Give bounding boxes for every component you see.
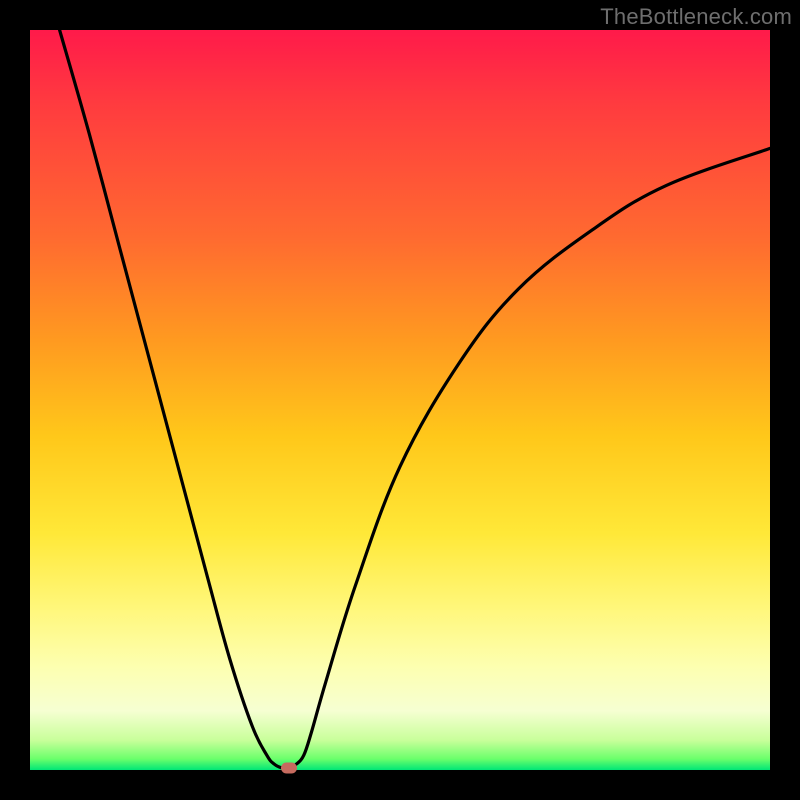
optimal-point-marker (281, 762, 297, 773)
plot-area (30, 30, 770, 770)
bottleneck-curve (30, 30, 770, 770)
chart-frame: TheBottleneck.com (0, 0, 800, 800)
watermark-text: TheBottleneck.com (600, 4, 792, 30)
